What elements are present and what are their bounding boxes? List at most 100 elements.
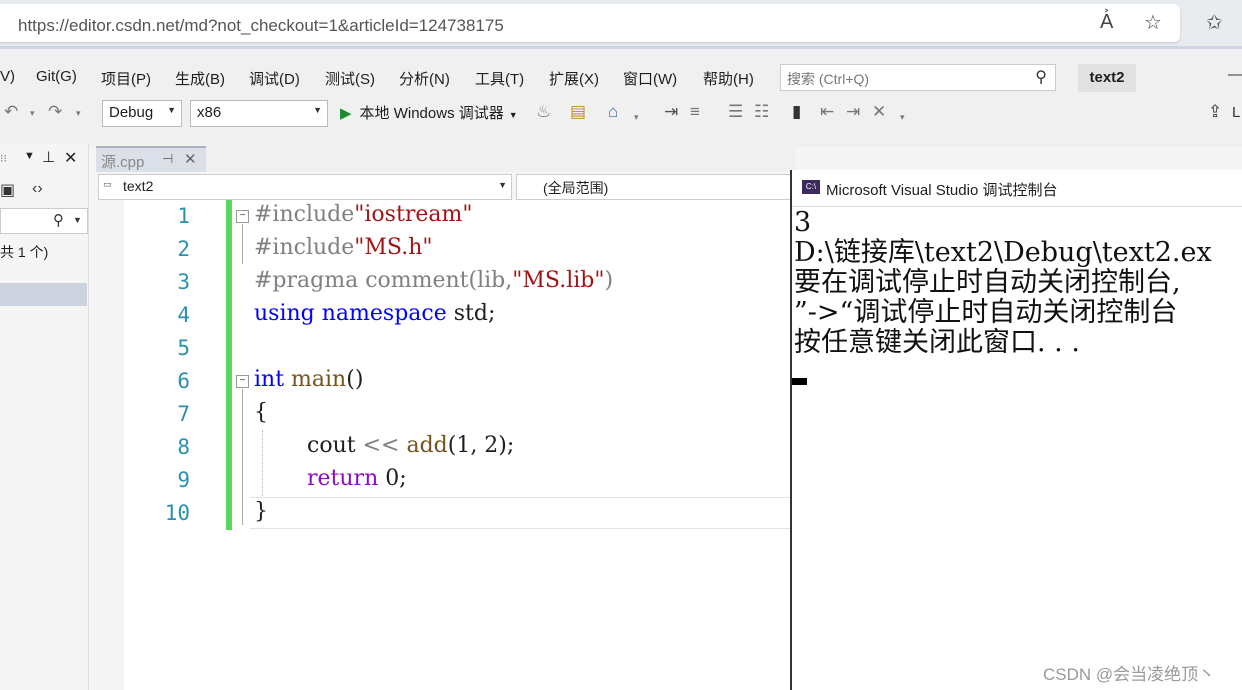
menu-view[interactable]: V)	[0, 68, 15, 85]
grip-icon: ⁝⁝	[0, 153, 7, 165]
chevron-down-icon: ▼	[313, 105, 322, 115]
platform-value: x86	[197, 104, 222, 121]
uncomment-icon[interactable]: ☷	[754, 102, 769, 122]
align-icon[interactable]: ≡	[690, 102, 700, 122]
change-tracking-bar	[226, 200, 232, 530]
code-line-3: #pragma comment(lib,"MS.lib")	[254, 268, 614, 293]
project-value: text2	[123, 178, 154, 194]
tab-label: 源.cpp	[101, 154, 145, 171]
selected-tree-item[interactable]	[0, 283, 87, 306]
hot-reload-icon[interactable]: ♨	[536, 102, 551, 122]
address-bar[interactable]: https://editor.csdn.net/md?not_checkout=…	[0, 4, 1180, 42]
configuration-select[interactable]: Debug ▼	[102, 100, 182, 127]
current-line-highlight	[250, 497, 790, 529]
menu-project[interactable]: 项目(P)	[101, 68, 151, 89]
clear-bookmarks-icon[interactable]: ✕	[872, 102, 886, 122]
console-app-icon: C:\	[802, 180, 820, 194]
chevron-down-icon: ▼	[167, 105, 176, 115]
project-select[interactable]: ▭ text2 ▼	[98, 174, 512, 200]
share-icon[interactable]: ⇪	[1208, 102, 1222, 122]
fold-guide	[242, 389, 243, 525]
solution-count-text: 共 1 个)	[0, 244, 49, 260]
prev-bookmark-icon[interactable]: ⇤	[820, 102, 834, 122]
console-title: Microsoft Visual Studio 调试控制台	[826, 182, 1058, 199]
indent-guide	[262, 430, 264, 496]
search-icon[interactable]: ⚲	[1035, 67, 1047, 87]
fold-guide	[242, 224, 243, 264]
code-line-7: {	[254, 400, 268, 425]
solution-name-badge: text2	[1078, 64, 1136, 92]
code-line-8: cout << add(1, 2);	[307, 433, 515, 458]
favorites-icon[interactable]: ✩	[1206, 10, 1223, 35]
line-number: 5	[177, 336, 190, 360]
url-text[interactable]: https://editor.csdn.net/md?not_checkout=…	[18, 16, 504, 36]
comment-icon[interactable]: ☰	[728, 102, 743, 122]
solution-search-input[interactable]: ⚲ ▼	[0, 208, 88, 234]
close-icon[interactable]: ✕	[64, 148, 77, 168]
platform-select[interactable]: x86 ▼	[190, 100, 328, 127]
chevron-down-icon: ▼	[73, 215, 82, 225]
live-share-label[interactable]: L	[1232, 104, 1240, 121]
show-files-icon[interactable]: ▣	[0, 180, 15, 200]
line-number: 8	[177, 435, 190, 459]
code-line-1: #include"iostream"	[254, 202, 473, 227]
line-number: 9	[177, 468, 190, 492]
toolbar-options-icon[interactable]: ▾	[900, 112, 905, 123]
bookmark-icon[interactable]: ▮	[792, 102, 801, 122]
console-output-line: 3	[794, 207, 812, 238]
code-line-6: int main()	[254, 367, 364, 392]
undo-dropdown-icon[interactable]: ▾	[30, 108, 35, 119]
line-number: 6	[177, 369, 190, 393]
scope-value: (全局范围)	[543, 180, 609, 196]
console-output-line: 要在调试停止时自动关闭控制台,	[794, 267, 1181, 298]
tab-source-cpp[interactable]: 源.cpp ⊣ ✕	[96, 146, 206, 174]
debug-console-titlebar[interactable]: C:\ Microsoft Visual Studio 调试控制台	[792, 170, 1242, 207]
read-aloud-icon[interactable]: A͐	[1100, 11, 1113, 34]
fold-toggle-icon[interactable]: −	[236, 210, 249, 223]
menu-debug[interactable]: 调试(D)	[249, 68, 300, 89]
menu-git[interactable]: Git(G)	[36, 68, 77, 85]
menu-analyze[interactable]: 分析(N)	[399, 68, 450, 89]
code-view-icon[interactable]: ‹›	[32, 180, 43, 198]
console-output-line: ”->“调试停止时自动关闭控制台	[794, 297, 1178, 328]
add-favorite-icon[interactable]: ☆	[1144, 10, 1162, 35]
home-icon[interactable]: ⌂	[608, 102, 618, 122]
search-icon: ⚲	[53, 212, 64, 229]
undo-icon[interactable]: ↶	[4, 102, 18, 122]
next-bookmark-icon[interactable]: ⇥	[846, 102, 860, 122]
menu-tools[interactable]: 工具(T)	[475, 68, 524, 89]
configuration-value: Debug	[109, 104, 154, 121]
dropdown-icon[interactable]: ▾	[634, 112, 639, 123]
step-icon[interactable]: ⇥	[664, 102, 678, 122]
menu-build[interactable]: 生成(B)	[175, 68, 225, 89]
open-folder-icon[interactable]: ▤	[570, 102, 586, 122]
redo-dropdown-icon[interactable]: ▾	[76, 108, 81, 119]
start-debugging-button[interactable]: ▶ 本地 Windows 调试器 ▼	[340, 102, 518, 123]
chevron-down-icon[interactable]: ▼	[24, 150, 35, 162]
close-icon[interactable]: ✕	[184, 150, 197, 168]
chevron-down-icon: ▼	[498, 180, 507, 190]
line-number: 1	[177, 204, 190, 228]
fold-toggle-icon[interactable]: −	[236, 375, 249, 388]
line-number: 2	[177, 237, 190, 261]
minimize-button[interactable]: —	[1228, 66, 1242, 83]
pin-icon[interactable]: ⊥	[42, 148, 55, 166]
console-output-line: D:\链接库\text2\Debug\text2.ex	[794, 237, 1212, 268]
redo-icon[interactable]: ↷	[48, 102, 62, 122]
code-line-4: using namespace std;	[254, 301, 496, 326]
menu-test[interactable]: 测试(S)	[325, 68, 375, 89]
code-line-2: #include"MS.h"	[254, 235, 433, 260]
pin-icon[interactable]: ⊣	[162, 151, 173, 167]
scope-select[interactable]: (全局范围)	[516, 174, 798, 200]
line-number: 10	[164, 501, 190, 525]
line-number: 3	[177, 270, 190, 294]
menu-window[interactable]: 窗口(W)	[623, 68, 677, 89]
code-line-9: return 0;	[307, 466, 407, 491]
run-label: 本地 Windows 调试器	[359, 105, 504, 122]
line-number: 7	[177, 402, 190, 426]
vs-search-input[interactable]: 搜索 (Ctrl+Q) ⚲	[780, 64, 1056, 91]
code-line-10: }	[254, 499, 268, 524]
menu-extensions[interactable]: 扩展(X)	[549, 68, 599, 89]
menu-help[interactable]: 帮助(H)	[703, 68, 754, 89]
console-cursor	[792, 378, 807, 385]
